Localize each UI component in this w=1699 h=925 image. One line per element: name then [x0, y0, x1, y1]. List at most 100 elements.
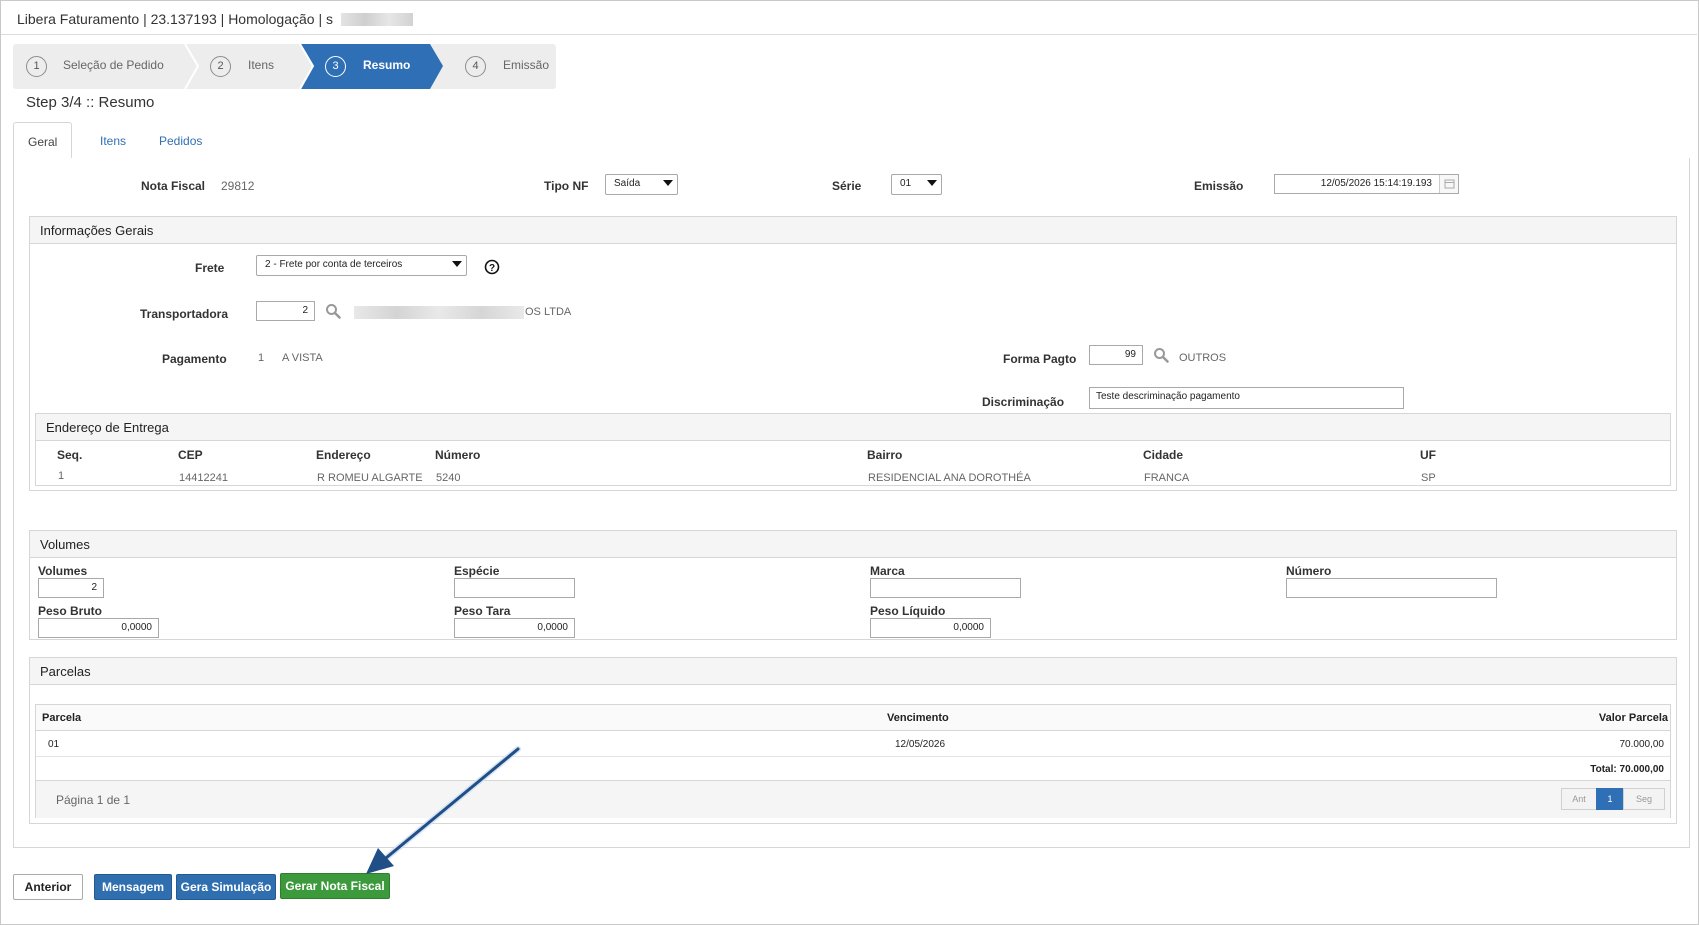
- especie-input[interactable]: [454, 578, 575, 598]
- discriminacao-value: Teste descriminação pagamento: [1096, 391, 1240, 402]
- serie-select[interactable]: 01: [891, 174, 942, 195]
- tipo-nf-select[interactable]: Saída: [605, 174, 678, 195]
- wizard-step-emissao[interactable]: 4 Emissão: [443, 44, 556, 89]
- numero-label: Número: [1286, 564, 1332, 578]
- parcelas-total: Total: 70.000,00: [1590, 764, 1664, 775]
- step-number: 1: [26, 56, 47, 77]
- endereco-bairro: RESIDENCIAL ANA DOROTHÉA: [868, 472, 1031, 484]
- mensagem-button[interactable]: Mensagem: [94, 874, 172, 900]
- parcela-num: 01: [48, 739, 60, 750]
- step-number: 3: [325, 56, 346, 77]
- search-icon[interactable]: [1153, 347, 1169, 363]
- col-uf: UF: [1420, 448, 1436, 462]
- peso-bruto-label: Peso Bruto: [38, 604, 103, 618]
- tab-itens[interactable]: Itens: [86, 122, 140, 159]
- especie-label: Espécie: [454, 564, 500, 578]
- endereco-numero: 5240: [436, 472, 461, 484]
- step-label: Resumo: [363, 58, 411, 72]
- col-parcela: Parcela: [42, 712, 82, 724]
- peso-tara-value: 0,0000: [537, 622, 568, 633]
- parcelas-title: Parcelas: [30, 658, 1676, 685]
- volumes-panel: Volumes Volumes 2 Espécie Marca Número P…: [29, 530, 1677, 640]
- emissao-value: 12/05/2026 15:14:19.193: [1320, 178, 1432, 189]
- peso-bruto-input[interactable]: 0,0000: [38, 618, 159, 638]
- peso-tara-label: Peso Tara: [454, 604, 511, 618]
- anterior-button[interactable]: Anterior: [13, 874, 83, 900]
- serie-label: Série: [832, 179, 862, 193]
- parcelas-table: Parcela Vencimento Valor Parcela 01 12/0…: [35, 704, 1671, 818]
- tipo-nf-value: Saída: [614, 178, 641, 189]
- pagination: Ant 1 Seg: [1561, 788, 1665, 810]
- serie-value: 01: [900, 178, 912, 189]
- transportadora-label: Transportadora: [140, 307, 229, 321]
- transportadora-code-input[interactable]: 2: [256, 301, 315, 321]
- wizard-steps: 1 Seleção de Pedido 2 Itens 3 Resumo 4 E…: [13, 44, 556, 89]
- parcelas-footer: Página 1 de 1 Ant 1 Seg: [36, 781, 1670, 818]
- informacoes-gerais-title: Informações Gerais: [30, 217, 1676, 244]
- volumes-input[interactable]: 2: [38, 578, 104, 598]
- window-title: Libera Faturamento | 23.137193 | Homolog…: [17, 11, 333, 27]
- informacoes-gerais-panel: Informações Gerais Frete 2 - Frete por c…: [29, 216, 1677, 491]
- forma-pagto-code-input[interactable]: 99: [1089, 345, 1143, 365]
- svg-text:?: ?: [489, 263, 495, 274]
- emissao-date-input[interactable]: 12/05/2026 15:14:19.193: [1274, 174, 1459, 194]
- volumes-title: Volumes: [30, 531, 1676, 558]
- numero-input[interactable]: [1286, 578, 1497, 598]
- tipo-nf-label: Tipo NF: [544, 179, 589, 193]
- chevron-down-icon: [663, 180, 673, 186]
- search-icon[interactable]: [325, 303, 341, 319]
- transportadora-code: 2: [302, 305, 308, 316]
- pagamento-code: 1: [258, 352, 265, 364]
- parcela-vencimento: 12/05/2026: [895, 739, 946, 750]
- marca-label: Marca: [870, 564, 905, 578]
- step-heading: Step 3/4 :: Resumo: [26, 94, 155, 111]
- pager-next-button[interactable]: Seg: [1623, 788, 1665, 810]
- emissao-label: Emissão: [1194, 179, 1244, 193]
- redacted-text: [341, 13, 413, 26]
- wizard-step-selecao[interactable]: 1 Seleção de Pedido: [13, 44, 198, 89]
- endereco-entrega-panel: Endereço de Entrega Seq. CEP Endereço Nú…: [35, 413, 1671, 486]
- calendar-button[interactable]: [1439, 175, 1458, 193]
- tab-bar: Geral Itens Pedidos: [13, 122, 1690, 160]
- pager-page-button[interactable]: 1: [1596, 788, 1624, 810]
- marca-input[interactable]: [870, 578, 1021, 598]
- help-icon[interactable]: ?: [484, 259, 500, 275]
- step-number: 4: [465, 56, 486, 77]
- table-row[interactable]: 01 12/05/2026 70.000,00: [36, 731, 1670, 757]
- volumes-label: Volumes: [38, 564, 88, 578]
- page-info: Página 1 de 1: [56, 793, 131, 807]
- pager-prev-button[interactable]: Ant: [1561, 788, 1597, 810]
- discriminacao-input[interactable]: Teste descriminação pagamento: [1089, 387, 1404, 409]
- step-label: Emissão: [503, 58, 550, 72]
- parcelas-panel: Parcelas Parcela Vencimento Valor Parcel…: [29, 657, 1677, 824]
- parcelas-total-row: Total: 70.000,00: [36, 757, 1670, 781]
- gerar-nota-fiscal-button[interactable]: Gerar Nota Fiscal: [280, 873, 390, 899]
- peso-liquido-label: Peso Líquido: [870, 604, 946, 618]
- chevron-down-icon: [452, 261, 462, 267]
- col-vencimento: Vencimento: [887, 712, 949, 724]
- endereco-cidade: FRANCA: [1144, 472, 1190, 484]
- tab-pedidos[interactable]: Pedidos: [145, 122, 216, 159]
- peso-tara-input[interactable]: 0,0000: [454, 618, 575, 638]
- endereco-cep: 14412241: [179, 472, 228, 484]
- parcelas-table-header: Parcela Vencimento Valor Parcela: [36, 705, 1670, 731]
- frete-select[interactable]: 2 - Frete por conta de terceiros: [256, 255, 467, 276]
- discriminacao-label: Discriminação: [982, 395, 1065, 409]
- nota-fiscal-value: 29812: [221, 179, 255, 193]
- chevron-down-icon: [927, 180, 937, 186]
- transportadora-name: OS LTDA: [525, 306, 572, 318]
- wizard-step-resumo[interactable]: 3 Resumo: [313, 44, 443, 89]
- endereco-seq: 1: [58, 470, 65, 482]
- gera-simulacao-button[interactable]: Gera Simulação: [176, 874, 276, 900]
- col-valor-parcela: Valor Parcela: [1598, 712, 1668, 724]
- endereco-logradouro: R ROMEU ALGARTE: [317, 472, 423, 484]
- peso-liquido-input[interactable]: 0,0000: [870, 618, 991, 638]
- wizard-step-itens[interactable]: 2 Itens: [198, 44, 313, 89]
- endereco-uf: SP: [1421, 472, 1436, 484]
- endereco-entrega-title: Endereço de Entrega: [36, 414, 1670, 441]
- tab-geral[interactable]: Geral: [13, 122, 73, 160]
- title-bar: Libera Faturamento | 23.137193 | Homolog…: [1, 1, 1697, 35]
- col-bairro: Bairro: [867, 448, 903, 462]
- col-endereco: Endereço: [316, 448, 371, 462]
- peso-bruto-value: 0,0000: [121, 622, 152, 633]
